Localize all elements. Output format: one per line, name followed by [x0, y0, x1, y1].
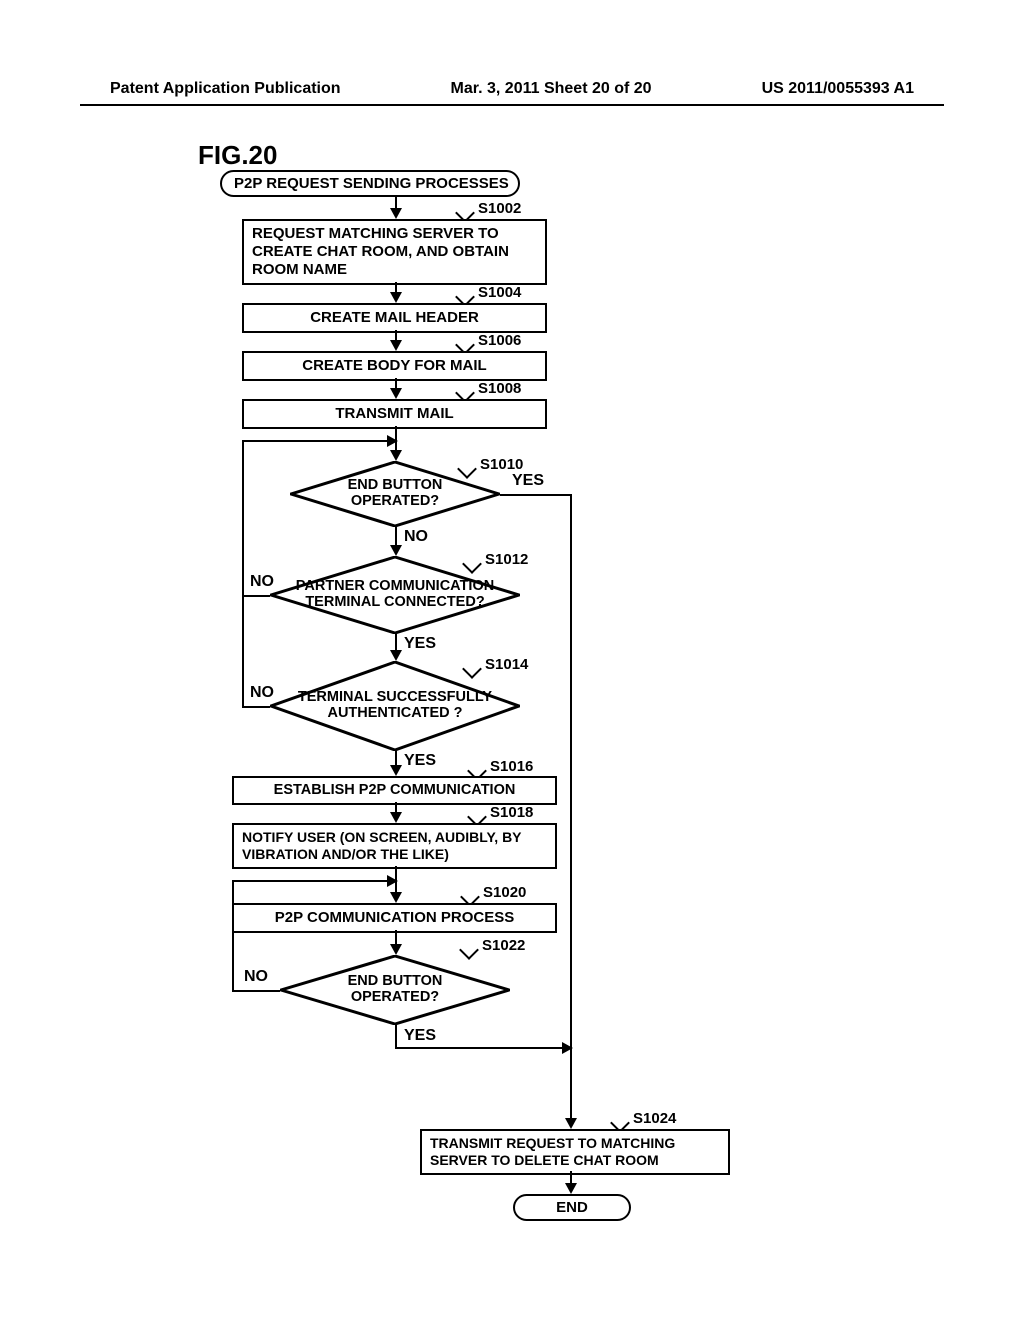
terminator-start: P2P REQUEST SENDING PROCESSES	[220, 170, 520, 197]
connector	[500, 494, 570, 496]
arrow-icon	[390, 892, 402, 903]
step-tag-s1002: S1002	[478, 200, 521, 217]
header-center: Mar. 3, 2011 Sheet 20 of 20	[451, 80, 652, 98]
arrow-icon	[390, 388, 402, 399]
connector	[242, 440, 244, 620]
decision-text: TERMINAL SUCCESSFULLY AUTHENTICATED ?	[270, 690, 520, 722]
connector	[232, 990, 280, 992]
arrow-icon	[387, 875, 398, 887]
step-tag-s1018: S1018	[490, 804, 533, 821]
arrow-icon	[390, 450, 402, 461]
process-s1002: REQUEST MATCHING SERVER TO CREATE CHAT R…	[242, 219, 547, 285]
branch-yes: YES	[404, 635, 436, 653]
arrow-icon	[390, 292, 402, 303]
process-s1018: NOTIFY USER (ON SCREEN, AUDIBLY, BY VIBR…	[232, 823, 557, 869]
arrow-icon	[390, 765, 402, 776]
branch-yes: YES	[512, 472, 544, 490]
process-s1008: TRANSMIT MAIL	[242, 399, 547, 429]
arrow-icon	[390, 340, 402, 351]
arrow-icon	[387, 435, 398, 447]
arrow-icon	[565, 1118, 577, 1129]
branch-yes: YES	[404, 1027, 436, 1045]
step-tag-s1020: S1020	[483, 884, 526, 901]
connector	[242, 595, 270, 597]
header-left: Patent Application Publication	[110, 80, 341, 98]
decision-s1022: END BUTTON OPERATED?	[280, 955, 510, 1025]
connector	[232, 880, 396, 882]
header-rule	[80, 104, 944, 106]
connector	[242, 620, 244, 706]
arrow-icon	[390, 944, 402, 955]
branch-no: NO	[250, 684, 274, 702]
connector	[395, 1025, 397, 1047]
connector	[395, 1047, 570, 1049]
arrow-icon	[565, 1183, 577, 1194]
step-tag-s1016: S1016	[490, 758, 533, 775]
branch-no: NO	[244, 968, 268, 986]
step-tag-s1008: S1008	[478, 380, 521, 397]
step-tag-s1024: S1024	[633, 1110, 676, 1127]
decision-text: END BUTTON OPERATED?	[280, 974, 510, 1006]
decision-s1012: PARTNER COMMUNICATION TERMINAL CONNECTED…	[270, 556, 520, 634]
arrow-icon	[390, 545, 402, 556]
process-s1006: CREATE BODY FOR MAIL	[242, 351, 547, 381]
connector	[232, 880, 234, 992]
branch-no: NO	[404, 528, 428, 546]
patent-header: Patent Application Publication Mar. 3, 2…	[0, 80, 1024, 98]
arrow-icon	[390, 208, 402, 219]
branch-yes: YES	[404, 752, 436, 770]
header-right: US 2011/0055393 A1	[762, 80, 914, 98]
process-s1020: P2P COMMUNICATION PROCESS	[232, 903, 557, 933]
connector	[570, 1047, 572, 1122]
connector	[242, 440, 396, 442]
arrow-icon	[390, 650, 402, 661]
decision-text: PARTNER COMMUNICATION TERMINAL CONNECTED…	[270, 579, 520, 611]
branch-no: NO	[250, 573, 274, 591]
decision-s1010: END BUTTON OPERATED?	[290, 461, 500, 527]
step-tag-s1006: S1006	[478, 332, 521, 349]
process-s1016: ESTABLISH P2P COMMUNICATION	[232, 776, 557, 805]
decision-text: END BUTTON OPERATED?	[290, 478, 500, 510]
figure-label: FIG.20	[198, 140, 277, 171]
connector	[570, 494, 572, 1122]
flowchart: P2P REQUEST SENDING PROCESSES S1002 REQU…	[200, 170, 820, 1270]
process-s1004: CREATE MAIL HEADER	[242, 303, 547, 333]
step-tag-s1004: S1004	[478, 284, 521, 301]
arrow-icon	[390, 812, 402, 823]
step-tag-s1022: S1022	[482, 937, 525, 954]
connector	[242, 706, 270, 708]
decision-s1014: TERMINAL SUCCESSFULLY AUTHENTICATED ?	[270, 661, 520, 751]
process-s1024: TRANSMIT REQUEST TO MATCHING SERVER TO D…	[420, 1129, 730, 1175]
terminator-end: END	[513, 1194, 631, 1221]
